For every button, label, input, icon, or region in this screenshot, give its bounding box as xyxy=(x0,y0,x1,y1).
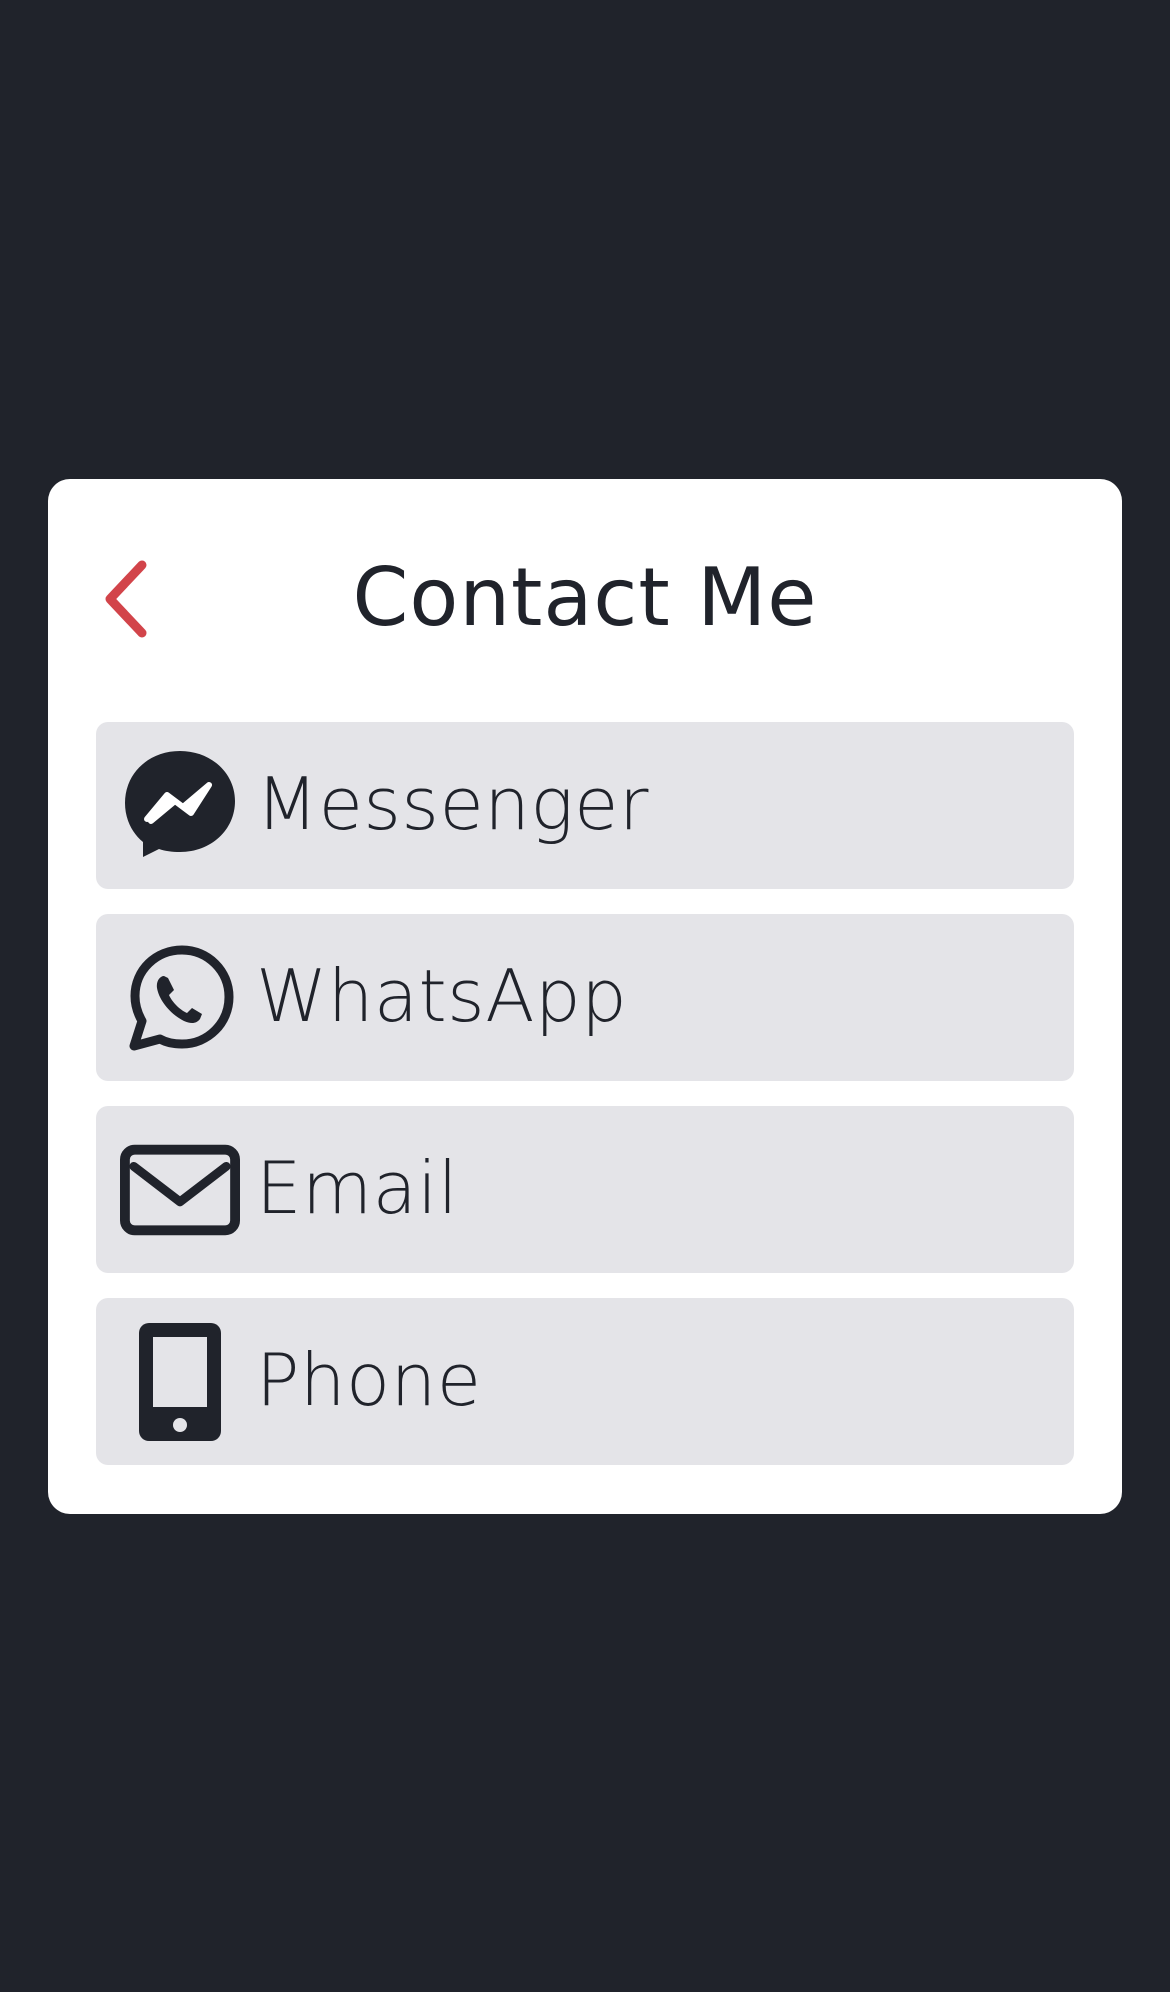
whatsapp-icon xyxy=(120,938,240,1058)
email-option[interactable]: Email xyxy=(96,1106,1074,1273)
phone-label: Phone xyxy=(256,1337,482,1422)
phone-option[interactable]: Phone xyxy=(96,1298,1074,1465)
messenger-label: Messenger xyxy=(256,761,649,846)
page-title: Contact Me xyxy=(352,551,818,644)
contact-options-list: Messenger WhatsApp Email Phone xyxy=(96,722,1074,1465)
modal-header: Contact Me xyxy=(48,479,1122,719)
whatsapp-label: WhatsApp xyxy=(256,953,628,1038)
email-label: Email xyxy=(256,1145,459,1230)
messenger-option[interactable]: Messenger xyxy=(96,722,1074,889)
mobile-phone-icon xyxy=(120,1322,240,1442)
contact-modal: Contact Me Messenger WhatsApp Email Phon… xyxy=(48,479,1122,1514)
messenger-icon xyxy=(120,746,240,866)
whatsapp-option[interactable]: WhatsApp xyxy=(96,914,1074,1081)
envelope-icon xyxy=(120,1130,240,1250)
